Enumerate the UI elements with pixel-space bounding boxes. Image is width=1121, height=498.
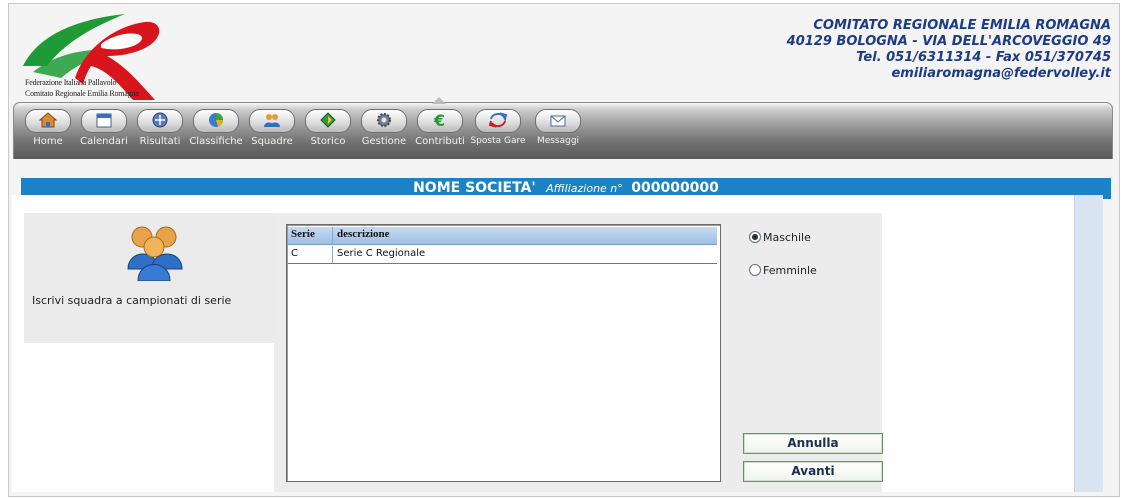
calendar-icon <box>81 109 127 133</box>
nav-item-messaggi[interactable]: Messaggi <box>530 109 586 153</box>
nav-item-contributi[interactable]: € Contributi <box>412 109 468 153</box>
home-icon <box>25 109 71 133</box>
nav-label-contributi: Contributi <box>415 136 465 147</box>
nav-label-storico: Storico <box>310 136 346 147</box>
column-divider <box>332 227 333 244</box>
org-address: COMITATO REGIONALE EMILIA ROMAGNA 40129 … <box>787 18 1111 82</box>
nav-label-squadre: Squadre <box>251 136 293 147</box>
affiliazione-code: 000000000 <box>631 180 719 196</box>
nav-label-classifiche: Classifiche <box>189 136 243 147</box>
radio-dot-selected[interactable] <box>749 231 761 243</box>
radio-label-maschile: Maschile <box>763 231 811 244</box>
logo-text-line2: Comitato Regionale Emilia Romagna <box>25 89 139 98</box>
nav-label-messaggi: Messaggi <box>536 136 580 146</box>
fipav-logo: Federazione Italiana Pallavolo Comitato … <box>15 8 175 103</box>
next-button[interactable]: Avanti <box>743 461 883 482</box>
euro-icon: € <box>417 109 463 133</box>
cell-descrizione: Serie C Regionale <box>337 248 426 259</box>
history-icon <box>305 109 351 133</box>
results-icon <box>137 109 183 133</box>
nav-label-gestione: Gestione <box>361 136 407 147</box>
nav-active-indicator <box>432 97 446 104</box>
nav-label-risultati: Risultati <box>139 136 181 147</box>
org-address-line: 40129 BOLOGNA - VIA DELL'ARCOVEGGIO 49 <box>786 34 1111 49</box>
nav-item-risultati[interactable]: Risultati <box>132 109 188 153</box>
standings-icon <box>193 109 239 133</box>
nav-label-home: Home <box>33 136 63 147</box>
radio-dot[interactable] <box>749 264 761 276</box>
table-header: Serie descrizione <box>288 227 717 245</box>
envelope-icon <box>535 109 581 133</box>
nav-label-calendari: Calendari <box>80 136 128 147</box>
column-header-descrizione[interactable]: descrizione <box>337 228 390 240</box>
nav-item-home[interactable]: Home <box>20 109 76 153</box>
nav-item-sposta-gare[interactable]: Sposta Gare <box>470 109 526 153</box>
teams-icon <box>249 109 295 133</box>
gear-icon <box>361 109 407 133</box>
nav-item-calendari[interactable]: Calendari <box>76 109 132 153</box>
affiliazione-label: Affiliazione n° <box>546 182 623 195</box>
column-header-serie[interactable]: Serie <box>291 228 315 240</box>
societa-name: NOME SOCIETA' <box>413 180 536 196</box>
logo-text-line1: Federazione Italiana Pallavolo <box>25 78 117 87</box>
radio-label-femminile: Femminle <box>763 264 817 277</box>
nav-item-classifiche[interactable]: Classifiche <box>188 109 244 153</box>
cancel-button[interactable]: Annulla <box>743 433 883 454</box>
nav-item-storico[interactable]: Storico <box>300 109 356 153</box>
radio-maschile[interactable]: Maschile <box>749 231 811 244</box>
table-row[interactable]: C Serie C Regionale <box>288 246 717 264</box>
nav-label-sposta-gare: Sposta Gare <box>470 136 526 146</box>
enroll-panel: Iscrivi squadra a campionati di serie <box>24 213 274 343</box>
nav-item-squadre[interactable]: Squadre <box>244 109 300 153</box>
org-email[interactable]: emiliaromagna@federvolley.it <box>787 66 1111 82</box>
radio-femminile[interactable]: Femminle <box>749 264 817 277</box>
right-strip <box>1074 195 1103 492</box>
svg-text:€: € <box>433 111 445 129</box>
main-nav: Home Calendari Risultati Classifiche Squ <box>13 97 1113 159</box>
users-group-icon <box>127 226 183 281</box>
org-name: COMITATO REGIONALE EMILIA ROMAGNA <box>813 18 1111 33</box>
column-divider <box>332 246 333 263</box>
move-games-icon <box>475 109 521 133</box>
cell-serie: C <box>291 248 298 259</box>
enroll-label: Iscrivi squadra a campionati di serie <box>32 294 232 307</box>
nav-item-gestione[interactable]: Gestione <box>356 109 412 153</box>
org-phone: Tel. 051/6311314 - Fax 051/370745 <box>856 50 1111 65</box>
serie-table: Serie descrizione C Serie C Regionale <box>286 224 721 482</box>
